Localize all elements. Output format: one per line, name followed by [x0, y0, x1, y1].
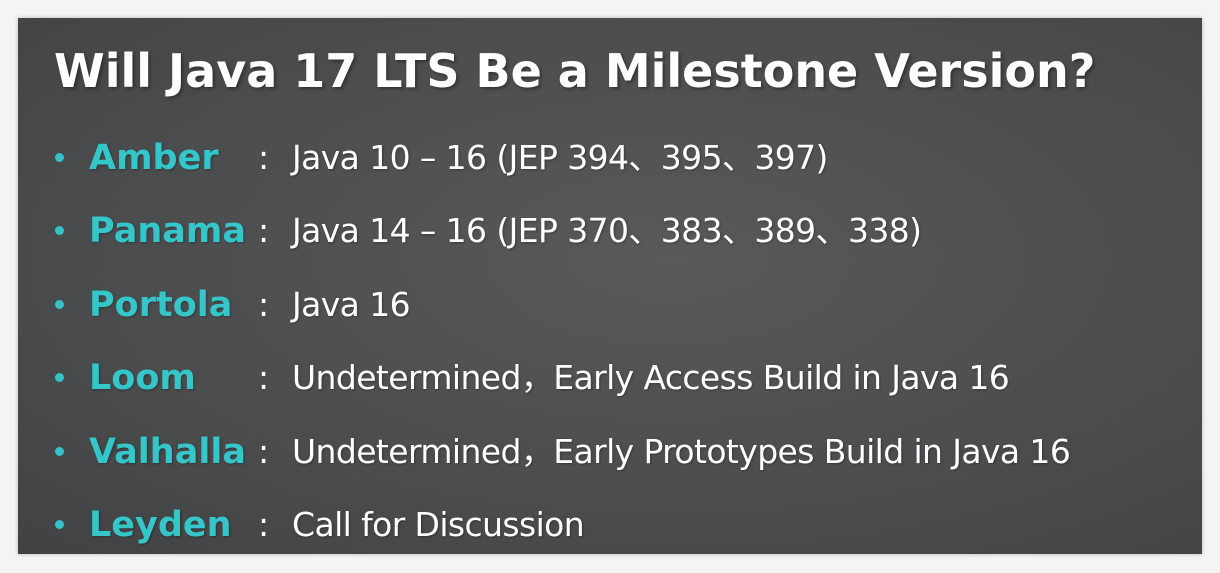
project-description: Java 16 [292, 284, 411, 324]
project-name: Panama [89, 211, 246, 252]
separator: : [258, 358, 270, 398]
project-name: Valhalla [89, 431, 246, 472]
separator: : [258, 284, 270, 324]
separator: : [258, 431, 270, 471]
bullet-icon [55, 446, 64, 456]
project-name: Loom [89, 358, 196, 399]
project-description: Call for Discussion [292, 504, 585, 544]
separator: : [258, 504, 270, 544]
bullet-icon [55, 226, 64, 236]
project-description: Undetermined，Early Prototypes Build in J… [292, 431, 1071, 471]
slide-frame: Will Java 17 LTS Be a Milestone Version?… [18, 18, 1202, 554]
slide-title: Will Java 17 LTS Be a Milestone Version? [54, 44, 1096, 98]
project-description: Undetermined，Early Access Build in Java … [292, 358, 1010, 398]
project-name: Portola [89, 284, 233, 325]
bullet-icon [55, 373, 64, 383]
project-description: Java 14 – 16 (JEP 370、383、389、338) [292, 211, 922, 251]
project-description: Java 10 – 16 (JEP 394、395、397) [292, 138, 828, 177]
bullet-icon [55, 519, 64, 529]
project-name: Amber [89, 138, 219, 178]
bullet-icon [55, 153, 64, 162]
separator: : [258, 138, 270, 177]
separator: : [258, 211, 270, 251]
project-name: Leyden [89, 504, 232, 545]
bullet-icon [55, 299, 64, 309]
